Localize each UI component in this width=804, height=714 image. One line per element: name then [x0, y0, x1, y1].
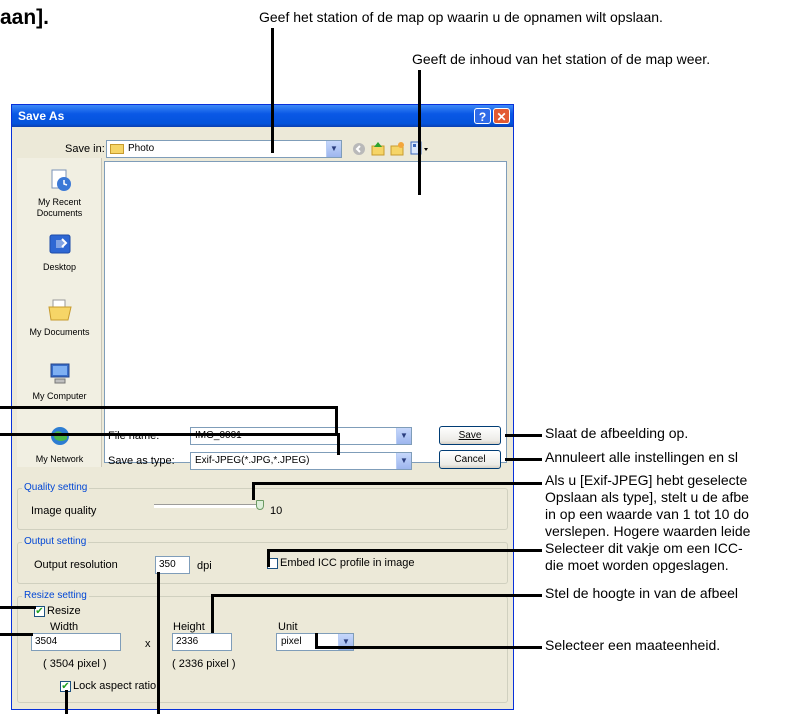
place-label: My Recent Documents — [36, 197, 83, 218]
cancel-button[interactable]: Cancel — [439, 450, 501, 469]
output-resolution-value: 350 — [159, 559, 176, 570]
leader-line — [267, 549, 270, 567]
leader-line — [335, 406, 338, 433]
leader-line — [253, 482, 542, 485]
dialog-title: Save As — [18, 109, 65, 123]
file-name-label: File name: — [108, 430, 160, 442]
resize-group-label: Resize setting — [22, 590, 89, 601]
leader-line — [505, 458, 542, 461]
output-group-label: Output setting — [22, 536, 89, 547]
place-desktop[interactable]: Desktop — [17, 233, 102, 273]
place-my-documents[interactable]: My Documents — [17, 298, 102, 338]
up-folder-icon[interactable] — [371, 141, 385, 156]
height-pixels: ( 2336 pixel ) — [172, 658, 236, 670]
save-in-value: Photo — [128, 143, 155, 154]
quality-slider-track[interactable] — [154, 504, 264, 508]
leader-line — [505, 434, 542, 437]
chevron-down-icon[interactable]: ▼ — [396, 428, 411, 444]
leader-line — [0, 633, 33, 636]
leader-line — [271, 28, 274, 153]
my-network-icon — [50, 427, 69, 445]
place-label: My Computer — [32, 391, 87, 401]
new-folder-icon[interactable] — [390, 141, 405, 156]
save-type-dropdown[interactable]: Exif-JPEG(*.JPG,*.JPEG) ▼ — [190, 452, 412, 470]
leader-line — [252, 482, 255, 500]
width-pixels: ( 3504 pixel ) — [43, 658, 107, 670]
leader-line — [0, 606, 36, 609]
help-button[interactable]: ? — [474, 108, 491, 124]
unit-label: Unit — [278, 621, 298, 633]
place-my-computer[interactable]: My Computer — [17, 362, 102, 402]
width-label: Width — [50, 621, 79, 633]
callout-quality-line: in op een waarde van 1 tot 10 do — [545, 506, 749, 522]
leader-line — [315, 633, 318, 649]
width-value: 3504 — [35, 636, 58, 647]
leader-line — [65, 690, 68, 714]
output-resolution-label: Output resolution — [34, 559, 118, 571]
quality-slider-thumb[interactable] — [256, 500, 264, 510]
lock-aspect-label: Lock aspect ratio — [73, 680, 157, 692]
leader-line — [0, 406, 337, 409]
leader-line — [157, 572, 160, 714]
place-label: My Documents — [29, 327, 90, 337]
save-in-label: Save in: — [65, 143, 105, 155]
place-label: Desktop — [42, 262, 77, 272]
resolution-unit: dpi — [197, 560, 212, 572]
embed-icc-label: Embed ICC profile in image — [280, 557, 415, 569]
my-computer-icon — [50, 363, 69, 384]
callout-cancel: Annuleert alle instellingen en sl — [545, 449, 739, 465]
my-documents-icon — [47, 299, 72, 321]
callout-icc-line: Selecteer dit vakje om een ICC- — [545, 540, 743, 556]
times-sign: x — [145, 638, 151, 650]
leader-line — [418, 70, 421, 195]
callout-unit: Selecteer een maateenheid. — [545, 637, 721, 653]
unit-value: pixel — [281, 636, 302, 647]
callout-quality-line: Opslaan als type], stelt u de afbe — [545, 489, 749, 505]
leader-line — [211, 594, 214, 633]
save-type-label: Save as type: — [108, 455, 175, 467]
image-quality-value: 10 — [270, 505, 283, 517]
callout-height: Stel de hoogte in van de afbeel — [545, 585, 739, 601]
callout-quality-line: Als u [Exif-JPEG] hebt geselecte — [545, 472, 748, 488]
output-resolution-input[interactable]: 350 — [155, 556, 190, 574]
title-bar[interactable]: Save As ? ✕ — [12, 105, 513, 127]
leader-line — [0, 433, 339, 436]
chevron-down-icon[interactable]: ▼ — [326, 141, 341, 157]
folder-icon — [110, 144, 124, 154]
width-input[interactable]: 3504 — [31, 633, 121, 651]
height-input[interactable]: 2336 — [172, 633, 232, 651]
chevron-down-icon[interactable]: ▼ — [396, 453, 411, 469]
callout-quality-line: verslepen. Hogere waarden leide — [545, 523, 751, 539]
save-in-dropdown[interactable]: Photo ▼ — [106, 140, 342, 158]
callout-quality: Als u [Exif-JPEG] hebt geselecte Opslaan… — [545, 472, 750, 540]
callout-icc-line: die moet worden opgeslagen. — [545, 557, 729, 573]
place-recent-documents[interactable]: My Recent Documents — [17, 168, 102, 219]
height-value: 2336 — [176, 636, 199, 647]
callout-contents: Geeft de inhoud van het station of de ma… — [412, 51, 711, 67]
close-button[interactable]: ✕ — [493, 108, 510, 124]
recent-documents-icon — [51, 169, 71, 191]
places-bar: My Recent Documents Desktop My Documents… — [17, 158, 102, 467]
image-quality-label: Image quality — [31, 505, 97, 517]
callout-icc: Selecteer dit vakje om een ICC- die moet… — [545, 540, 743, 574]
leader-line — [316, 646, 542, 649]
file-name-input[interactable]: IMG_0001 ▼ — [190, 427, 412, 445]
file-list[interactable] — [104, 161, 507, 463]
save-type-value: Exif-JPEG(*.JPG,*.JPEG) — [195, 455, 310, 466]
back-icon[interactable] — [352, 142, 366, 156]
leader-line — [212, 594, 542, 597]
height-label: Height — [173, 621, 205, 633]
place-my-network[interactable]: My Network — [17, 425, 102, 465]
callout-save-in: Geef het station of de map op waarin u d… — [259, 9, 663, 25]
save-button[interactable]: Save — [439, 426, 501, 445]
desktop-icon — [49, 234, 70, 254]
leader-line — [337, 433, 340, 455]
page-heading: aan]. — [0, 6, 50, 29]
leader-line — [268, 549, 542, 552]
place-label: My Network — [35, 454, 84, 464]
quality-group-label: Quality setting — [22, 482, 90, 493]
resize-label: Resize — [47, 605, 81, 617]
callout-save: Slaat de afbeelding op. — [545, 425, 689, 441]
